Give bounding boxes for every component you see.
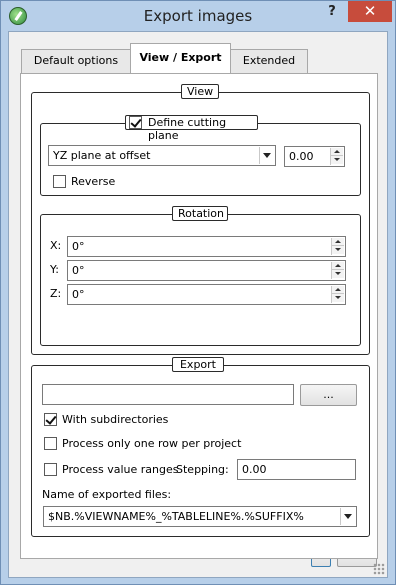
plane-offset-spinbox[interactable]: 0.00 [284, 146, 345, 167]
spin-down-icon[interactable] [331, 156, 343, 164]
spin-up-icon[interactable] [332, 262, 344, 270]
exported-files-name-label: Name of exported files: [42, 488, 172, 501]
with-subdirectories-checkbox[interactable] [44, 413, 57, 426]
plane-offset-value: 0.00 [289, 150, 314, 163]
plane-offset-spin-buttons[interactable] [330, 148, 343, 165]
rotation-z-value: 0° [72, 288, 85, 301]
tab-default-options[interactable]: Default options [21, 49, 131, 73]
rotation-x-value: 0° [72, 240, 85, 253]
rotation-x-spinbox[interactable]: 0° [67, 236, 346, 257]
dialog-client-area: Default options View / Export Extended V… [8, 31, 388, 578]
tab-view-export[interactable]: View / Export [130, 43, 231, 73]
rotation-y-label: Y: [50, 263, 59, 276]
spin-up-icon[interactable] [331, 148, 343, 156]
rotation-z-label: Z: [50, 287, 62, 300]
help-button[interactable]: ? [319, 2, 345, 24]
view-group-title: View [181, 84, 219, 99]
one-row-per-project-checkbox[interactable] [44, 437, 57, 450]
plane-select[interactable]: YZ plane at offset [48, 145, 276, 166]
rotation-y-spin-buttons[interactable] [331, 262, 344, 279]
spin-down-icon[interactable] [332, 294, 344, 302]
rotation-x-label: X: [50, 239, 62, 252]
browse-button[interactable]: ... [300, 384, 357, 406]
spin-up-icon[interactable] [332, 238, 344, 246]
exported-files-name-value: $NB.%VIEWNAME%_%TABLELINE%.%SUFFIX% [48, 510, 304, 523]
spin-up-icon[interactable] [332, 286, 344, 294]
cutting-plane-group-title: Define cutting plane [125, 115, 258, 142]
export-group-title: Export [172, 357, 224, 372]
resize-grip-icon[interactable] [373, 563, 385, 575]
spin-down-icon[interactable] [332, 246, 344, 254]
close-button[interactable]: ✕ [348, 1, 392, 22]
reverse-checkbox[interactable] [53, 175, 66, 188]
plane-select-value: YZ plane at offset [53, 149, 151, 162]
rotation-z-spinbox[interactable]: 0° [67, 284, 346, 305]
chevron-down-icon[interactable] [340, 508, 355, 525]
stepping-input[interactable]: 0.00 [237, 459, 356, 480]
tab-panel-view-export: View Define cutting plane YZ plane at of… [20, 73, 378, 559]
process-value-ranges-checkbox[interactable] [44, 463, 57, 476]
rotation-group-title: Rotation [172, 206, 228, 221]
rotation-z-spin-buttons[interactable] [331, 286, 344, 303]
rotation-y-spinbox[interactable]: 0° [67, 260, 346, 281]
tab-extended[interactable]: Extended [230, 49, 308, 73]
define-cutting-plane-checkbox[interactable] [129, 116, 142, 129]
stepping-label: Stepping: [176, 463, 229, 476]
rotation-y-value: 0° [72, 264, 85, 277]
one-row-per-project-label: Process only one row per project [62, 437, 242, 450]
exported-files-name-combo[interactable]: $NB.%VIEWNAME%_%TABLELINE%.%SUFFIX% [43, 506, 357, 527]
with-subdirectories-label: With subdirectories [62, 413, 169, 426]
reverse-label: Reverse [71, 175, 116, 188]
process-value-ranges-label: Process value ranges [62, 463, 179, 476]
chevron-down-icon[interactable] [259, 147, 274, 164]
spin-down-icon[interactable] [332, 270, 344, 278]
rotation-x-spin-buttons[interactable] [331, 238, 344, 255]
export-path-input[interactable] [42, 384, 294, 405]
title-bar[interactable]: Export images ? ✕ [1, 1, 395, 31]
export-images-dialog: Export images ? ✕ Default options View /… [0, 0, 396, 585]
